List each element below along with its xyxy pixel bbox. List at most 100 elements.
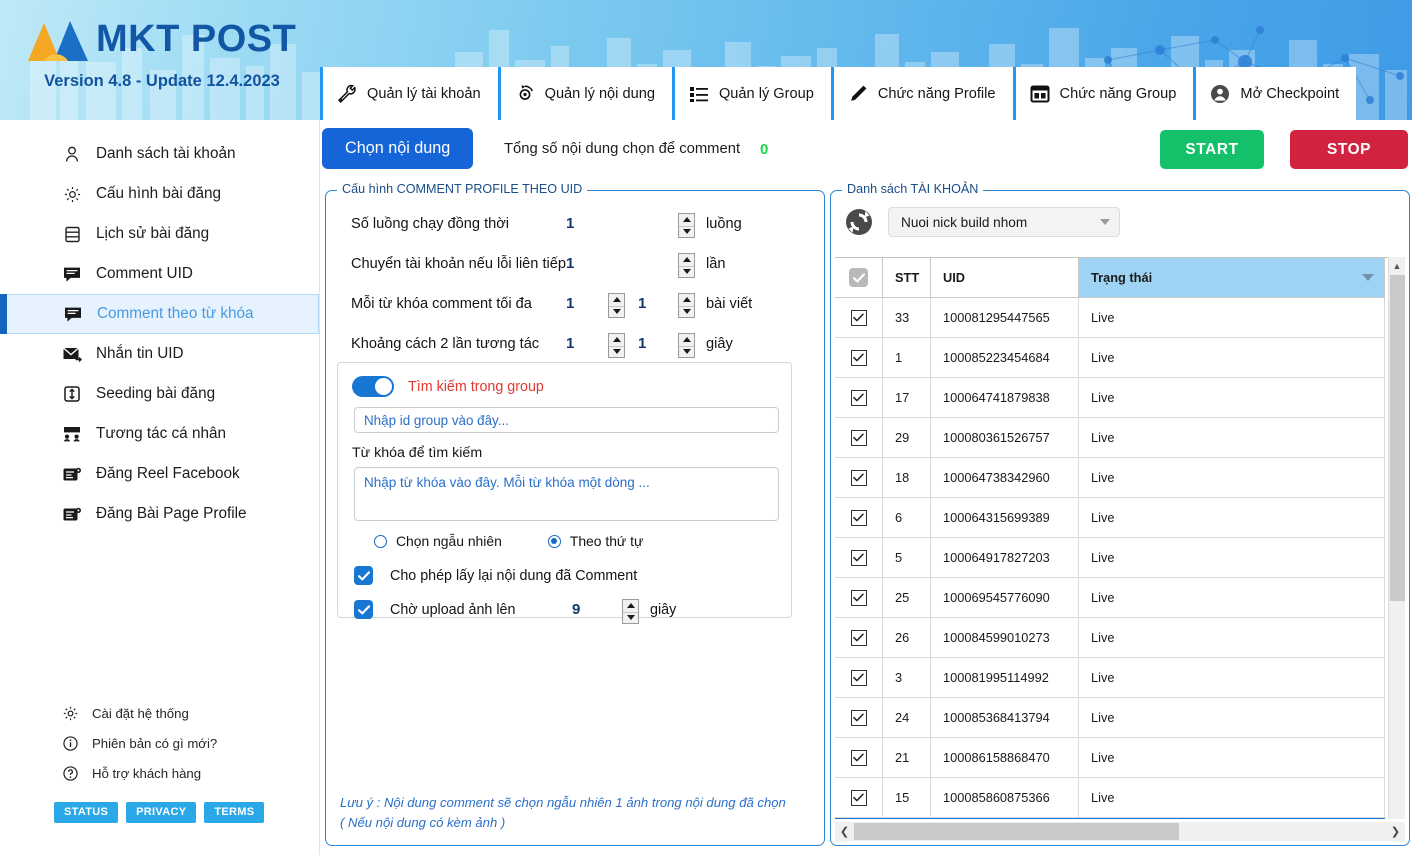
table-row[interactable]: 26 100084599010273 Live [835, 618, 1405, 658]
row-checkbox-cell[interactable] [835, 298, 883, 338]
search-in-group-toggle[interactable] [352, 376, 394, 397]
window-grid-icon [1030, 83, 1051, 104]
spinner-moi-tu-khoa-max[interactable] [678, 293, 695, 318]
row-checkbox[interactable] [850, 749, 867, 766]
select-all-header[interactable] [835, 258, 883, 298]
tab-mo-checkpoint[interactable]: Mở Checkpoint [1193, 67, 1357, 120]
terms-link[interactable]: TERMS [204, 802, 265, 823]
table-row[interactable]: 15 100085860875366 Live [835, 778, 1405, 818]
spinner-so-luong[interactable] [678, 213, 695, 238]
radio-chon-ngau-nhien[interactable]: Chọn ngẫu nhiên [374, 533, 502, 549]
table-row[interactable]: 1 100085223454684 Live [835, 338, 1405, 378]
scroll-up-arrow[interactable]: ▲ [1389, 257, 1405, 274]
table-row[interactable]: 33 100081295447565 Live [835, 298, 1405, 338]
row-checkbox[interactable] [850, 309, 867, 326]
total-content-count: 0 [760, 141, 769, 158]
tab-quan-ly-tai-khoan[interactable]: Quản lý tài khoản [320, 67, 498, 120]
table-row[interactable]: 21 100086158868470 Live [835, 738, 1405, 778]
sidebar-item-ho-tro-khach-hang[interactable]: Hỗ trợ khách hàng [0, 758, 320, 788]
start-button[interactable]: START [1160, 130, 1264, 169]
table-row[interactable] [835, 818, 1405, 819]
row-checkbox-cell[interactable] [835, 458, 883, 498]
refresh-icon[interactable] [844, 207, 874, 237]
sidebar-item-seeding-bai-dang[interactable]: Seeding bài đăng [0, 374, 319, 414]
sidebar-item-comment-uid[interactable]: Comment UID [0, 254, 319, 294]
row-checkbox[interactable] [850, 589, 867, 606]
tab-quan-ly-group[interactable]: Quản lý Group [671, 67, 831, 120]
row-checkbox-cell[interactable] [835, 418, 883, 458]
group-id-input[interactable] [354, 407, 779, 433]
checkbox-lay-lai-noi-dung[interactable] [354, 566, 373, 585]
sidebar-item-danh-sach-tai-khoan[interactable]: Danh sách tài khoản [0, 134, 319, 174]
radio-theo-thu-tu[interactable]: Theo thứ tự [547, 533, 643, 549]
scroll-left-arrow[interactable]: ❮ [835, 822, 854, 841]
column-header-uid[interactable]: UID [931, 258, 1079, 298]
spinner-cho-upload-anh[interactable] [622, 599, 639, 624]
table-row[interactable]: 3 100081995114992 Live [835, 658, 1405, 698]
row-checkbox-cell[interactable] [835, 778, 883, 818]
sidebar-item-dang-bai-page-profile[interactable]: Đăng Bài Page Profile [0, 494, 319, 534]
tab-chuc-nang-group[interactable]: Chức năng Group [1012, 67, 1194, 120]
table-row[interactable]: 5 100064917827203 Live [835, 538, 1405, 578]
row-checkbox-cell[interactable] [835, 658, 883, 698]
row-checkbox[interactable] [850, 349, 867, 366]
row-checkbox-cell[interactable] [835, 618, 883, 658]
horizontal-scroll-thumb[interactable] [854, 823, 1179, 840]
row-checkbox-cell[interactable] [835, 738, 883, 778]
row-checkbox[interactable] [850, 549, 867, 566]
choose-content-button[interactable]: Chọn nội dung [322, 128, 474, 169]
table-row[interactable]: 18 100064738342960 Live [835, 458, 1405, 498]
sidebar-item-cai-dat-he-thong[interactable]: Cài đặt hệ thống [0, 698, 320, 728]
checkbox-cho-upload-anh[interactable] [354, 600, 373, 619]
row-checkbox-cell[interactable] [835, 698, 883, 738]
row-checkbox-cell[interactable] [835, 578, 883, 618]
horizontal-scrollbar[interactable]: ❮ ❯ [835, 822, 1405, 841]
table-row[interactable]: 29 100080361526757 Live [835, 418, 1405, 458]
spinner-khoang-cach-min[interactable] [608, 333, 625, 358]
horizontal-scroll-track[interactable] [854, 822, 1386, 841]
sidebar-item-phien-ban-co-gi-moi[interactable]: Phiên bản có gì mới? [0, 728, 320, 758]
stop-button[interactable]: STOP [1290, 130, 1408, 169]
vertical-scroll-thumb[interactable] [1390, 275, 1405, 601]
account-group-select[interactable]: Nuoi nick build nhom [888, 207, 1120, 237]
privacy-link[interactable]: PRIVACY [126, 802, 197, 823]
status-link[interactable]: STATUS [54, 802, 119, 823]
row-uid: 100064738342960 [931, 458, 1079, 498]
table-header-row: STT UID Trạng thái [835, 258, 1405, 298]
scroll-right-arrow[interactable]: ❯ [1386, 822, 1405, 841]
row-checkbox[interactable] [850, 669, 867, 686]
row-checkbox[interactable] [850, 789, 867, 806]
keyword-textarea[interactable] [354, 467, 779, 521]
spinner-chuyen-tai-khoan[interactable] [678, 253, 695, 278]
table-row[interactable]: 17 100064741879838 Live [835, 378, 1405, 418]
spinner-khoang-cach-max[interactable] [678, 333, 695, 358]
row-checkbox[interactable] [850, 509, 867, 526]
row-checkbox-cell[interactable] [835, 378, 883, 418]
row-checkbox[interactable] [850, 709, 867, 726]
row-checkbox[interactable] [850, 469, 867, 486]
row-checkbox-cell[interactable] [835, 498, 883, 538]
checkbox-row-cho-upload-anh: Chờ upload ảnh lên 9 giây [354, 599, 676, 624]
vertical-scrollbar[interactable]: ▲ [1388, 257, 1405, 819]
sidebar-item-lich-su-bai-dang[interactable]: Lịch sử bài đăng [0, 214, 319, 254]
row-checkbox[interactable] [850, 429, 867, 446]
sidebar-item-dang-reel-facebook[interactable]: Đăng Reel Facebook [0, 454, 319, 494]
sidebar-item-nhan-tin-uid[interactable]: Nhắn tin UID [0, 334, 319, 374]
row-checkbox[interactable] [850, 629, 867, 646]
column-header-stt[interactable]: STT [883, 258, 931, 298]
tab-quan-ly-noi-dung[interactable]: Quản lý nội dung [497, 67, 672, 120]
spinner-moi-tu-khoa-min[interactable] [608, 293, 625, 318]
sidebar-item-comment-theo-tu-khoa[interactable]: Comment theo từ khóa [0, 294, 319, 334]
row-checkbox-cell[interactable] [835, 338, 883, 378]
account-list-panel: Danh sách TÀI KHOẢN Nuoi nick build nhom… [830, 182, 1410, 846]
sidebar-item-tuong-tac-ca-nhan[interactable]: Tương tác cá nhân [0, 414, 319, 454]
select-all-checkbox[interactable] [849, 268, 868, 287]
sidebar-item-cau-hinh-bai-dang[interactable]: Cấu hình bài đăng [0, 174, 319, 214]
tab-chuc-nang-profile[interactable]: Chức năng Profile [830, 67, 1013, 120]
table-row[interactable]: 25 100069545776090 Live [835, 578, 1405, 618]
row-checkbox[interactable] [850, 389, 867, 406]
table-row[interactable]: 6 100064315699389 Live [835, 498, 1405, 538]
row-checkbox-cell[interactable] [835, 538, 883, 578]
column-header-trang-thai[interactable]: Trạng thái [1079, 258, 1385, 298]
table-row[interactable]: 24 100085368413794 Live [835, 698, 1405, 738]
